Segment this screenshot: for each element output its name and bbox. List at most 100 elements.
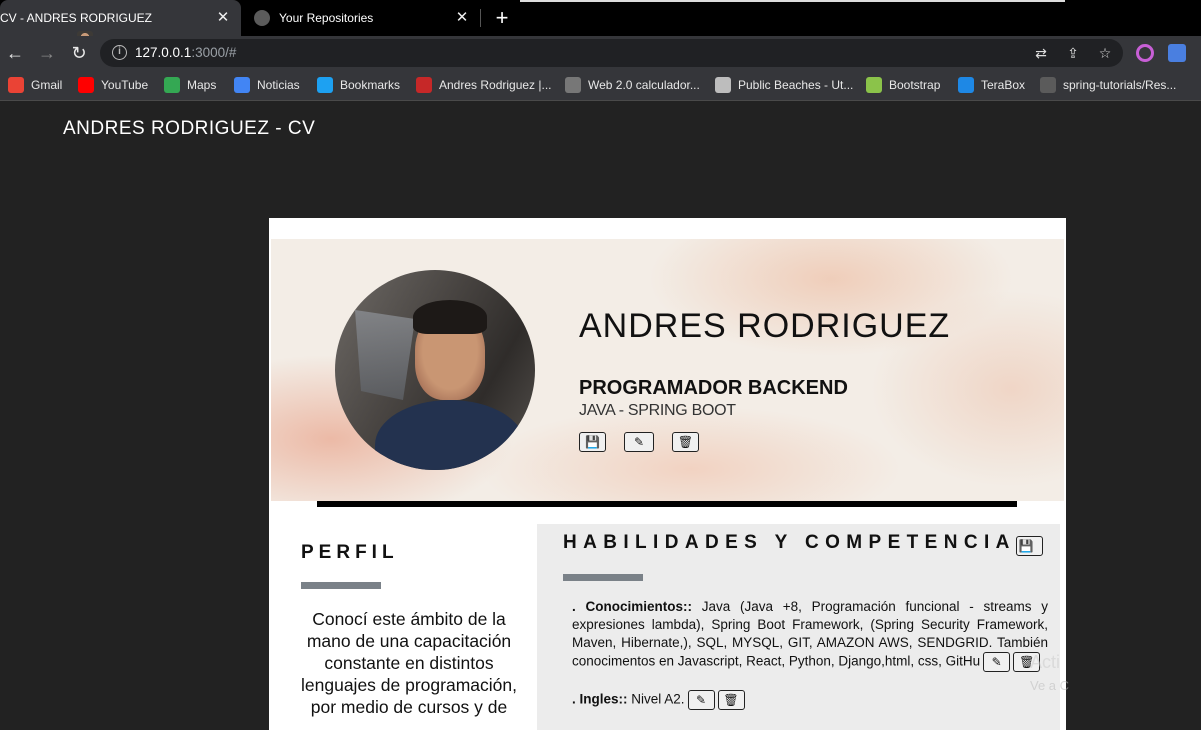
trash-icon: 🗑 bbox=[723, 693, 739, 707]
photo-background-pane bbox=[355, 310, 415, 400]
header-divider bbox=[317, 501, 1017, 507]
bookmark-maps[interactable]: Maps bbox=[164, 77, 216, 93]
bookmark-web-calculator[interactable]: Web 2.0 calculador... bbox=[565, 77, 700, 93]
photo-hair bbox=[413, 300, 487, 334]
cv-stack: JAVA - SPRING BOOT bbox=[579, 402, 736, 419]
cv-document: ANDRES RODRIGUEZ PROGRAMADOR BACKEND JAV… bbox=[269, 218, 1066, 730]
bookmark-label: TeraBox bbox=[981, 78, 1026, 92]
translate-icon[interactable]: ⇄ bbox=[1032, 44, 1050, 62]
windows-activation-watermark: Acti bbox=[1030, 652, 1061, 672]
bookmark-label: Maps bbox=[187, 78, 217, 92]
back-button[interactable]: ← bbox=[4, 42, 26, 64]
new-tab-button[interactable]: + bbox=[492, 7, 512, 29]
url-path: :3000/# bbox=[191, 45, 237, 60]
perfil-text: Conocí este ámbito de la mano de una cap… bbox=[301, 609, 517, 717]
bookmark-label: YouTube bbox=[101, 78, 149, 92]
terabox-icon bbox=[958, 77, 974, 93]
tab-bar: CV - ANDRES RODRIGUEZ ✕ Your Repositorie… bbox=[0, 0, 1201, 47]
tab-cv[interactable]: CV - ANDRES RODRIGUEZ ✕ bbox=[0, 0, 241, 47]
bookmark-terabox[interactable]: TeraBox bbox=[958, 77, 1025, 93]
profile-photo bbox=[335, 270, 535, 470]
bookmark-gmail[interactable]: Gmail bbox=[8, 77, 62, 93]
bookmark-spring-tutorials[interactable]: spring-tutorials/Res... bbox=[1040, 77, 1176, 93]
edit-icon: ✎ bbox=[633, 435, 645, 449]
twitter-icon bbox=[317, 77, 333, 93]
save-icon: 💾 bbox=[585, 435, 600, 449]
skill-item-conocimientos: . Conocimientos:: Java (Java +8, Program… bbox=[572, 598, 1048, 710]
cv-name: ANDRES RODRIGUEZ bbox=[579, 307, 951, 345]
skills-underline bbox=[563, 574, 643, 581]
edit-button[interactable]: ✎ bbox=[687, 690, 715, 710]
tab-repositories[interactable]: Your Repositories ✕ bbox=[241, 0, 480, 36]
youtube-icon bbox=[78, 77, 94, 93]
save-button[interactable]: 💾 bbox=[579, 432, 606, 452]
extension-icon[interactable] bbox=[1136, 44, 1154, 62]
page-viewport: ANDRES RODRIGUEZ - CV ANDRES RODRIGUEZ P… bbox=[0, 102, 1201, 730]
edit-button[interactable]: ✎ bbox=[983, 652, 1011, 672]
bookmark-label: spring-tutorials/Res... bbox=[1063, 78, 1177, 92]
bookmark-public-beaches[interactable]: Public Beaches - Ut... bbox=[715, 77, 853, 93]
close-icon[interactable]: ✕ bbox=[454, 10, 470, 26]
bookmark-label: Gmail bbox=[31, 78, 63, 92]
maps-icon bbox=[164, 77, 180, 93]
url-host: 127.0.0.1 bbox=[135, 45, 192, 60]
news-icon bbox=[234, 77, 250, 93]
calculator-icon bbox=[565, 77, 581, 93]
cv-role: PROGRAMADOR BACKEND bbox=[579, 377, 848, 399]
perfil-underline bbox=[301, 582, 381, 589]
edit-button[interactable]: ✎ bbox=[624, 432, 654, 452]
skills-title-text: HABILIDADES Y COMPETENCIA bbox=[563, 532, 1016, 553]
edit-icon: ✎ bbox=[696, 693, 707, 707]
skill-label: . Ingles:: bbox=[572, 691, 628, 707]
site-info-icon[interactable]: i bbox=[112, 45, 127, 60]
bookmark-label: Web 2.0 calculador... bbox=[588, 78, 700, 92]
perfil-title: PERFIL bbox=[301, 542, 399, 563]
leaf-icon bbox=[866, 77, 882, 93]
tab-separator bbox=[480, 9, 481, 27]
bookmark-andres-rodriguez[interactable]: Andres Rodriguez |... bbox=[416, 77, 552, 93]
trash-icon: 🗑 bbox=[677, 435, 694, 449]
perfil-section: PERFIL Conocí este ámbito de la mano de … bbox=[269, 524, 537, 730]
reload-button[interactable]: ↻ bbox=[68, 42, 90, 64]
bookmark-label: Public Beaches - Ut... bbox=[738, 78, 854, 92]
bookmark-label: Bootstrap bbox=[889, 78, 941, 92]
forward-button[interactable]: → bbox=[36, 42, 58, 64]
github-icon bbox=[254, 10, 270, 26]
windows-activation-subtext: Ve a C bbox=[1030, 678, 1070, 693]
save-icon: 💾 bbox=[1018, 539, 1040, 553]
cv-header-banner: ANDRES RODRIGUEZ PROGRAMADOR BACKEND JAV… bbox=[271, 239, 1064, 501]
bookmark-star-icon[interactable]: ☆ bbox=[1096, 44, 1114, 62]
bookmark-label: Bookmarks bbox=[340, 78, 401, 92]
bookmark-noticias[interactable]: Noticias bbox=[234, 77, 300, 93]
delete-button[interactable]: 🗑 bbox=[717, 690, 745, 710]
skill-label: . Conocimientos:: bbox=[572, 599, 692, 614]
edit-icon: ✎ bbox=[991, 655, 1002, 669]
address-bar[interactable]: i 127.0.0.1:3000/# ⇄ ⇪ ☆ bbox=[100, 39, 1123, 67]
skills-save-button[interactable]: 💾 bbox=[1015, 536, 1043, 556]
page-icon bbox=[416, 77, 432, 93]
skill-value: Nivel A2. bbox=[627, 691, 685, 707]
photo-shirt bbox=[375, 400, 525, 470]
tab-title: Your Repositories bbox=[279, 11, 374, 25]
tab-strip-edge bbox=[520, 0, 1065, 2]
browser-toolbar: ← → ↻ i 127.0.0.1:3000/# ⇄ ⇪ ☆ bbox=[0, 36, 1201, 69]
site-title: ANDRES RODRIGUEZ - CV bbox=[63, 118, 316, 139]
bookmarks-bar: Gmail YouTube Maps Noticias Bookmarks An… bbox=[0, 69, 1201, 101]
address-url[interactable]: 127.0.0.1:3000/# bbox=[135, 45, 236, 60]
bookmark-label: Andres Rodriguez |... bbox=[439, 78, 552, 92]
bookmark-youtube[interactable]: YouTube bbox=[78, 77, 148, 93]
diamond-icon bbox=[715, 77, 731, 93]
close-icon[interactable]: ✕ bbox=[215, 10, 231, 26]
skills-title: HABILIDADES Y COMPETENCIA 💾 bbox=[563, 532, 1043, 556]
bookmark-label: Noticias bbox=[257, 78, 300, 92]
tab-title: CV - ANDRES RODRIGUEZ bbox=[0, 11, 153, 25]
delete-button[interactable]: 🗑 bbox=[672, 432, 699, 452]
gmail-icon bbox=[8, 77, 24, 93]
share-icon[interactable]: ⇪ bbox=[1064, 44, 1082, 62]
bookmark-bookmarks[interactable]: Bookmarks bbox=[317, 77, 400, 93]
skills-section: HABILIDADES Y COMPETENCIA 💾 . Conocimient… bbox=[537, 524, 1060, 730]
google-translate-extension-icon[interactable] bbox=[1168, 44, 1186, 62]
bookmark-bootstrap[interactable]: Bootstrap bbox=[866, 77, 940, 93]
github-icon bbox=[1040, 77, 1056, 93]
